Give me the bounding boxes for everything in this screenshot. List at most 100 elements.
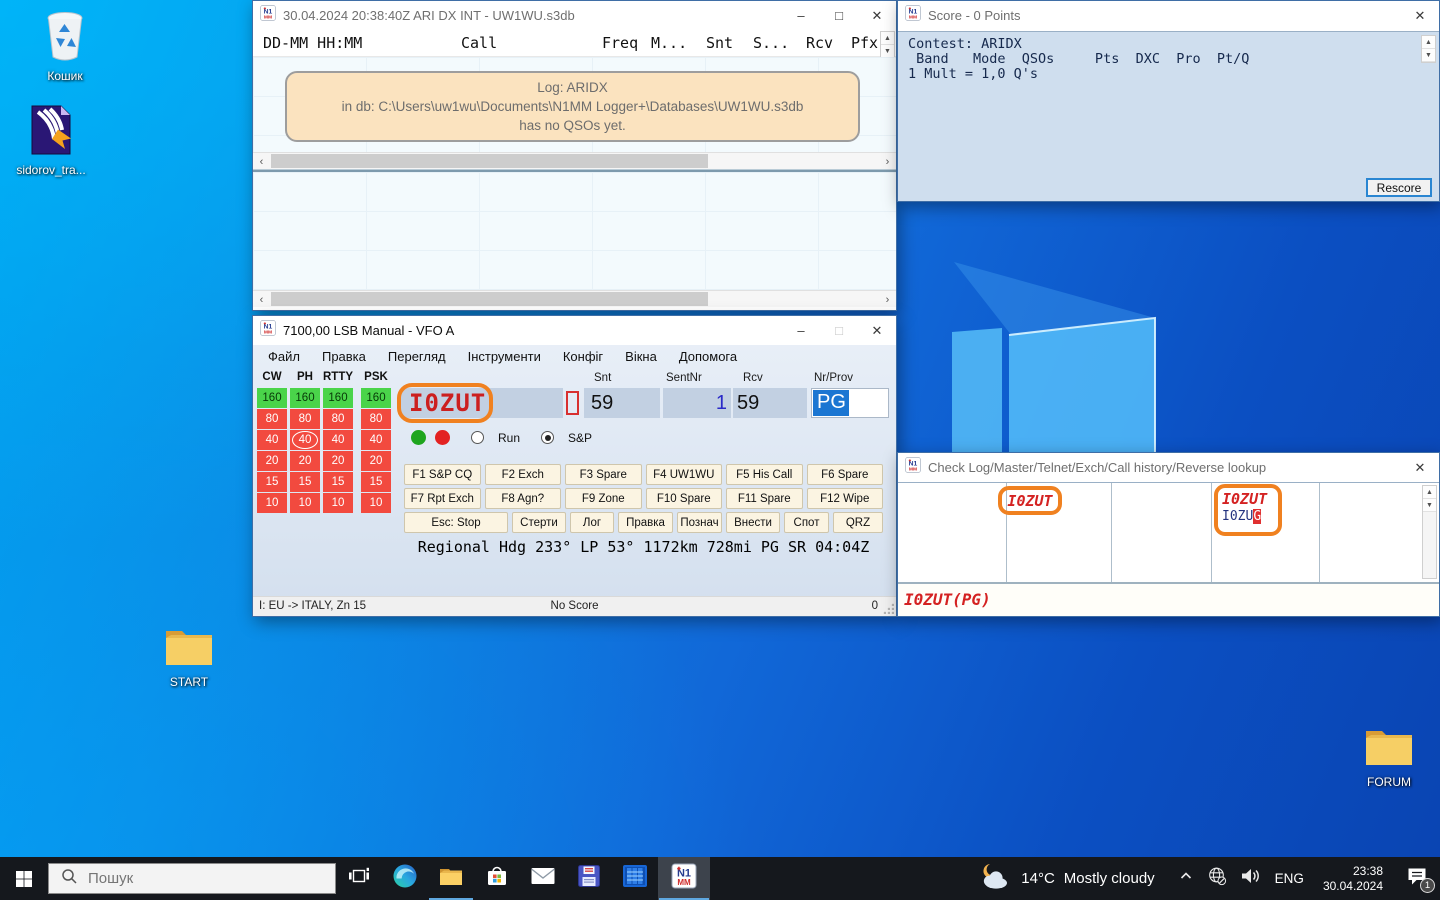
scroll-down-icon[interactable]: ▼ [1422, 49, 1435, 62]
network-globe-icon[interactable] [1207, 866, 1227, 891]
log-hscrollbar-lower[interactable]: ‹ › [253, 290, 896, 307]
close-icon[interactable]: ✕ [1401, 1, 1439, 30]
action-button[interactable]: Стерти [512, 512, 566, 533]
menu-Конфіг[interactable]: Конфіг [552, 345, 614, 368]
fkey-button[interactable]: F3 Spare [565, 464, 642, 485]
band-button-cw-80[interactable]: 80 [257, 409, 287, 429]
close-icon[interactable]: ✕ [1401, 453, 1439, 482]
taskbar-clock[interactable]: 23:38 30.04.2024 [1323, 864, 1383, 894]
action-button[interactable]: Лог [570, 512, 614, 533]
taskbar-app-store-icon[interactable] [474, 857, 520, 900]
minimize-icon[interactable]: – [782, 316, 820, 345]
band-button-psk-40[interactable]: 40 [361, 430, 391, 450]
scroll-right-icon[interactable]: › [879, 153, 896, 170]
menu-Вікна[interactable]: Вікна [614, 345, 668, 368]
taskbar-app-file-explorer-icon[interactable] [428, 857, 474, 900]
sp-radio[interactable] [541, 431, 554, 444]
scroll-right-icon[interactable]: › [879, 291, 896, 308]
action-button[interactable]: Esc: Stop [404, 512, 508, 533]
language-indicator[interactable]: ENG [1275, 871, 1304, 886]
search-input[interactable] [88, 870, 288, 887]
band-button-cw-40[interactable]: 40 [257, 430, 287, 450]
band-button-rtty-80[interactable]: 80 [323, 409, 353, 429]
rescore-button[interactable]: Rescore [1366, 178, 1432, 197]
scrollbar-thumb[interactable] [271, 154, 708, 168]
band-button-psk-160[interactable]: 160 [361, 388, 391, 408]
check-call-match[interactable]: I0ZUT [1007, 492, 1052, 510]
log-column-header[interactable]: Freq [602, 34, 638, 52]
score-window-titlebar[interactable]: N1MM Score - 0 Points ✕ [898, 1, 1439, 30]
check-vertical-scrollbar[interactable]: ▲ ▼ [1422, 485, 1437, 579]
desktop-icon-forum[interactable]: FORUM [1346, 726, 1432, 789]
log-window-titlebar[interactable]: N1MM 30.04.2024 20:38:40Z ARI DX INT - U… [253, 1, 896, 30]
action-button[interactable]: Внести [726, 512, 780, 533]
band-button-rtty-15[interactable]: 15 [323, 472, 353, 492]
desktop-icon-start[interactable]: START [146, 626, 232, 689]
band-button-ph-15[interactable]: 15 [290, 472, 320, 492]
band-button-ph-20[interactable]: 20 [290, 451, 320, 471]
log-grid-lower[interactable] [253, 172, 896, 290]
entry-window-titlebar[interactable]: N1MM 7100,00 LSB Manual - VFO A – □ ✕ [253, 316, 896, 345]
desktop-icon-sidorov-tra-[interactable]: sidorov_tra... [8, 104, 94, 177]
scroll-up-icon[interactable]: ▲ [881, 32, 894, 45]
log-column-header[interactable]: S... [753, 34, 789, 52]
band-button-cw-10[interactable]: 10 [257, 493, 287, 513]
log-column-header[interactable]: Rcv [806, 34, 833, 52]
band-button-rtty-20[interactable]: 20 [323, 451, 353, 471]
menu-Інструменти[interactable]: Інструменти [457, 345, 552, 368]
band-button-ph-80[interactable]: 80 [290, 409, 320, 429]
band-button-ph-10[interactable]: 10 [290, 493, 320, 513]
close-icon[interactable]: ✕ [858, 316, 896, 345]
band-button-psk-15[interactable]: 15 [361, 472, 391, 492]
taskbar-app-task-view-icon[interactable] [336, 857, 382, 900]
action-button[interactable]: Правка [618, 512, 673, 533]
band-button-cw-20[interactable]: 20 [257, 451, 287, 471]
taskbar-app-mail-icon[interactable] [520, 857, 566, 900]
fkey-button[interactable]: F8 Agn? [485, 488, 562, 509]
scroll-down-icon[interactable]: ▼ [1423, 499, 1436, 512]
log-column-header[interactable]: Call [461, 34, 497, 52]
fkey-button[interactable]: F2 Exch [485, 464, 562, 485]
maximize-icon[interactable]: □ [820, 1, 858, 30]
band-button-ph-160[interactable]: 160 [290, 388, 320, 408]
sentnr-input[interactable]: 1 [663, 388, 731, 418]
log-column-header[interactable]: Pfx [851, 34, 878, 52]
check-partial-match[interactable]: I0ZUG [1222, 509, 1278, 524]
band-button-psk-10[interactable]: 10 [361, 493, 391, 513]
score-vertical-scrollbar[interactable]: ▲ ▼ [1421, 35, 1436, 63]
taskbar-app-edge-icon[interactable] [382, 857, 428, 900]
check-results-panel[interactable]: I0ZUT I0ZUT I0ZUG ▲ ▼ [898, 482, 1439, 582]
nrprov-input[interactable]: PG [811, 388, 889, 418]
desktop-icon-кошик[interactable]: Кошик [22, 10, 108, 83]
menu-Файл[interactable]: Файл [257, 345, 311, 368]
fkey-button[interactable]: F10 Spare [646, 488, 723, 509]
fkey-button[interactable]: F7 Rpt Exch [404, 488, 481, 509]
fkey-button[interactable]: F5 His Call [726, 464, 803, 485]
fkey-button[interactable]: F11 Spare [726, 488, 803, 509]
action-button[interactable]: Спот [784, 512, 829, 533]
scroll-up-icon[interactable]: ▲ [1422, 36, 1435, 49]
band-button-rtty-40[interactable]: 40 [323, 430, 353, 450]
chevron-up-icon[interactable] [1178, 868, 1194, 889]
action-button[interactable]: Познач [677, 512, 722, 533]
log-hscrollbar-upper[interactable]: ‹ › [253, 152, 896, 169]
scroll-up-icon[interactable]: ▲ [1423, 486, 1436, 499]
taskbar-app-n1mm-icon[interactable]: N1MM [658, 857, 710, 900]
fkey-button[interactable]: F12 Wipe [807, 488, 884, 509]
log-column-header[interactable]: M... [651, 34, 687, 52]
taskbar-search[interactable] [48, 863, 336, 894]
taskbar-app-log-grid-icon[interactable] [612, 857, 658, 900]
log-vertical-scrollbar[interactable]: ▲ ▼ [880, 31, 895, 59]
start-button[interactable] [0, 857, 48, 900]
scrollbar-thumb[interactable] [271, 292, 708, 306]
minimize-icon[interactable]: – [782, 1, 820, 30]
band-button-psk-80[interactable]: 80 [361, 409, 391, 429]
rcv-input[interactable]: 59 [733, 388, 807, 418]
action-button[interactable]: QRZ [833, 512, 883, 533]
log-column-header[interactable]: DD-MM HH:MM [263, 34, 362, 52]
weather-widget[interactable]: 14°C Mostly cloudy [978, 862, 1154, 895]
close-icon[interactable]: ✕ [858, 1, 896, 30]
band-button-cw-160[interactable]: 160 [257, 388, 287, 408]
run-radio[interactable] [471, 431, 484, 444]
log-column-header[interactable]: Snt [706, 34, 733, 52]
